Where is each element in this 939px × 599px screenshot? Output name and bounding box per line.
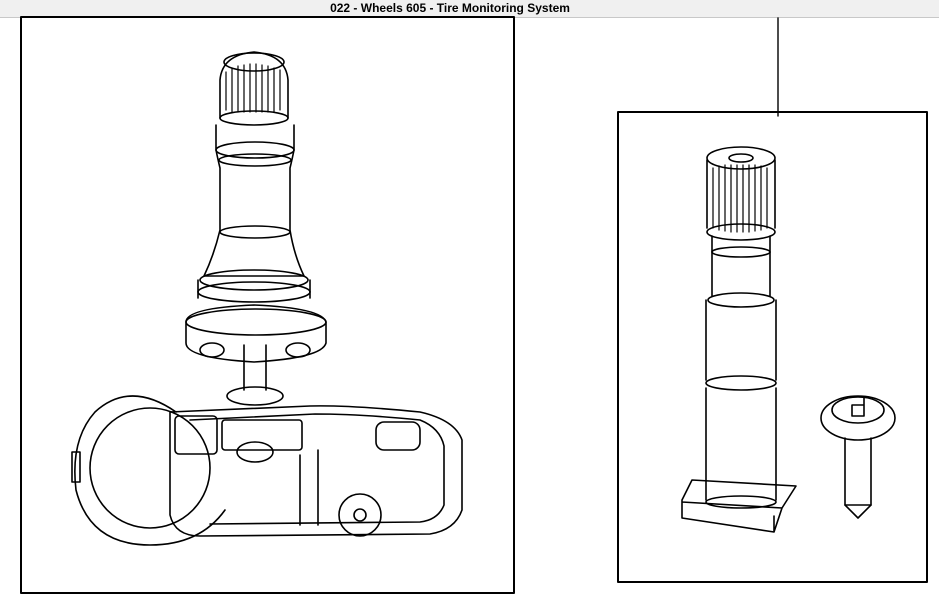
- valve-cap: [219, 51, 289, 119]
- stem-base-plate: [681, 479, 797, 533]
- sensor-screw: [338, 493, 382, 537]
- grommet-top: [199, 269, 309, 291]
- valve-collar-2: [218, 153, 292, 167]
- screw-head: [820, 395, 896, 441]
- sensor-screw-inner: [353, 508, 367, 522]
- valve-cap-top: [223, 52, 285, 72]
- sensor-bolt: [236, 441, 274, 463]
- sensor-assembly-drawing[interactable]: [71, 51, 463, 546]
- sensor-cap-right: [375, 421, 421, 451]
- parts-diagram: [20, 16, 928, 594]
- stem-cap-ribs: [712, 164, 768, 233]
- stem-cap-bottom: [706, 223, 776, 241]
- sensor-block-left: [174, 415, 218, 455]
- stem-cap-top: [706, 146, 776, 170]
- valve-cap-base: [219, 110, 289, 126]
- stem-neck-ring: [711, 246, 771, 258]
- mounting-screw-drawing[interactable]: [820, 395, 896, 519]
- valve-band: [219, 225, 291, 239]
- stem-mid: [705, 299, 777, 381]
- stem-groove: [705, 375, 777, 391]
- nut-right: [285, 342, 311, 358]
- washer-top: [185, 308, 327, 336]
- sensor-block-center: [221, 419, 303, 451]
- grommet-mid: [197, 281, 311, 303]
- clip-loop: [74, 395, 226, 546]
- stem-shaft: [243, 344, 267, 391]
- screw-shank: [844, 437, 872, 519]
- stem-cap: [706, 159, 776, 229]
- stem-ring: [226, 386, 284, 406]
- valve-stem-drawing[interactable]: [681, 146, 797, 533]
- sensor-rib: [299, 449, 319, 526]
- right-panel[interactable]: [617, 111, 928, 583]
- stem-collar: [707, 292, 775, 308]
- right-panel-frame: [617, 111, 928, 583]
- sensor-housing-inner: [189, 413, 445, 525]
- stem-upper: [711, 251, 771, 297]
- stem-cap-hole: [728, 153, 754, 163]
- screw-head-inner: [831, 396, 885, 424]
- left-panel[interactable]: [20, 16, 515, 594]
- clip-loop-inner: [89, 407, 211, 529]
- screw-torx-icon: [851, 397, 865, 417]
- washer: [185, 304, 327, 363]
- nut-left: [199, 342, 225, 358]
